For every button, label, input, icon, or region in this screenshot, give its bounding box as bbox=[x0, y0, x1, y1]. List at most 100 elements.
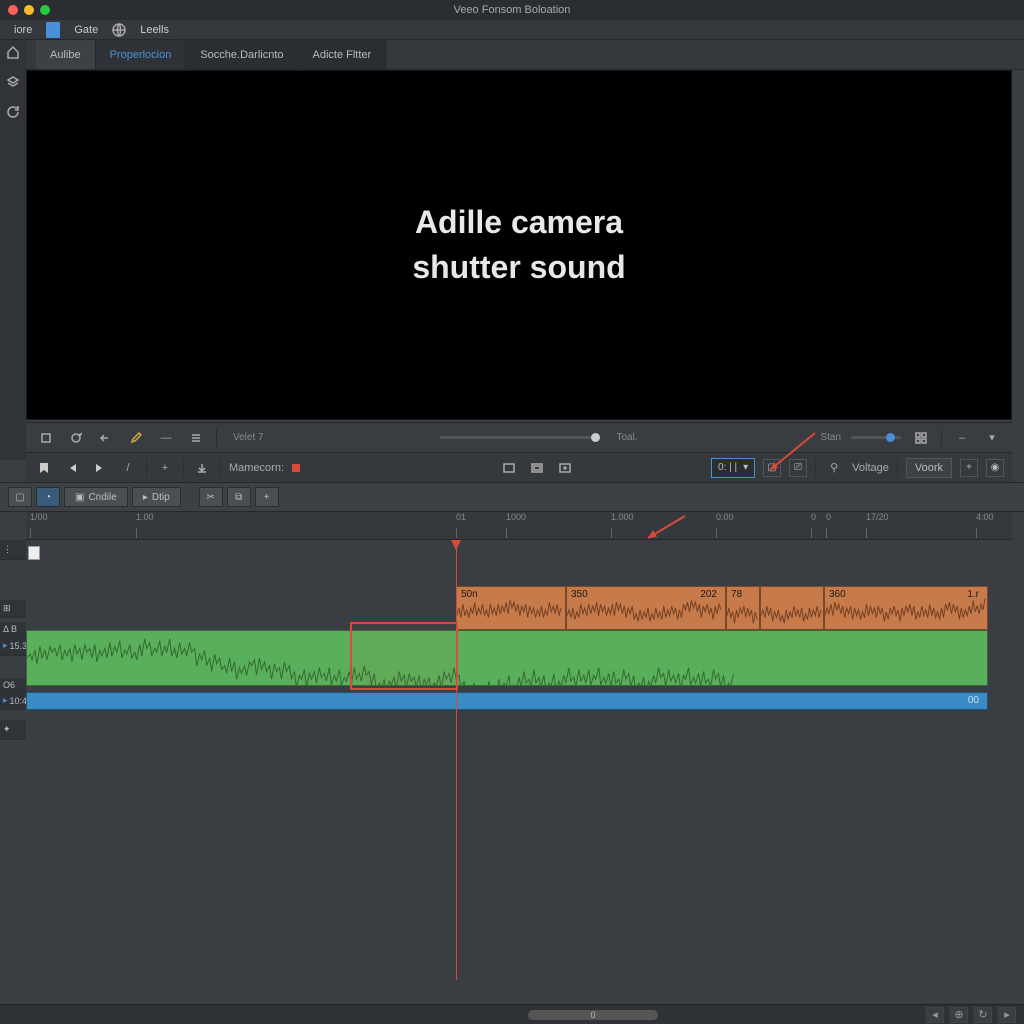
list-icon[interactable] bbox=[186, 429, 206, 447]
audio-clip-orange-4[interactable] bbox=[760, 586, 824, 630]
transport-bar: — Velet 7 Toal. Stan – ▾ bbox=[26, 422, 1012, 452]
waveform bbox=[727, 587, 759, 629]
cut-tool-icon[interactable]: ✂ bbox=[199, 487, 223, 507]
loop-icon[interactable] bbox=[66, 429, 86, 447]
menubar: iore Gate Leells bbox=[0, 20, 1024, 40]
left-sidebar bbox=[0, 40, 26, 460]
separator bbox=[146, 459, 147, 477]
close-window-icon[interactable] bbox=[8, 5, 18, 15]
ruler-tick: 17/20 bbox=[866, 512, 889, 522]
track-sub-label[interactable]: O6 bbox=[0, 678, 26, 692]
record-icon[interactable]: ◉ bbox=[986, 459, 1004, 477]
annotation-arrow-2 bbox=[640, 514, 690, 544]
dtip-button[interactable]: ▸Dtip bbox=[132, 487, 181, 507]
marker-tool-icon[interactable]: ⧉ bbox=[227, 487, 251, 507]
screen3-icon[interactable] bbox=[555, 459, 575, 477]
tab-adicte[interactable]: Adicte Fltter bbox=[299, 40, 387, 69]
horizontal-scrollbar: 0 ◂ ⊕ ↻ ▸ bbox=[0, 1004, 1024, 1024]
in-point-marker[interactable] bbox=[28, 546, 40, 560]
ruler-tick: 0.00 bbox=[716, 512, 734, 522]
track-label-a[interactable]: Δ B bbox=[0, 622, 26, 636]
preview-tabs: Aulibe Properlocion Socche.Darlicnto Adi… bbox=[0, 40, 1024, 70]
tab-properlocion[interactable]: Properlocion bbox=[96, 40, 187, 69]
ruler-tick: 0 bbox=[826, 512, 831, 522]
ruler-tick: 1000 bbox=[506, 512, 526, 522]
refresh-icon[interactable] bbox=[5, 104, 21, 120]
separator bbox=[897, 459, 898, 477]
zoom-slider[interactable] bbox=[851, 436, 901, 439]
scroll-target-icon[interactable]: ⊕ bbox=[950, 1007, 968, 1023]
globe-icon[interactable] bbox=[110, 21, 128, 39]
waveform bbox=[457, 587, 565, 629]
scroll-thumb[interactable]: 0 bbox=[528, 1010, 658, 1020]
tab-socche[interactable]: Socche.Darlicnto bbox=[186, 40, 298, 69]
edit-icon[interactable] bbox=[126, 429, 146, 447]
window-title: Veeo Fonsom Boloation bbox=[454, 4, 571, 16]
slash-icon[interactable]: / bbox=[118, 459, 138, 477]
traffic-lights bbox=[0, 5, 50, 15]
audio-clip-orange-2[interactable]: 350 202 bbox=[566, 586, 726, 630]
prev-icon[interactable] bbox=[62, 459, 82, 477]
playback-toolbar: / + Mamecorn: 0: | |▾ ▢ ⎚ ⚲ Voltage Voor… bbox=[26, 452, 1012, 482]
menu-item-leells[interactable]: Leells bbox=[130, 22, 179, 38]
track-header[interactable]: ⊞ bbox=[0, 600, 26, 618]
audio-clip-orange-1[interactable]: 50n bbox=[456, 586, 566, 630]
screen2-icon[interactable] bbox=[527, 459, 547, 477]
minus-icon[interactable]: – bbox=[952, 429, 972, 447]
voltage-label: Voltage bbox=[852, 462, 889, 474]
square-tool-icon[interactable]: ▢ bbox=[8, 487, 32, 507]
mode-dropdown[interactable]: 0: | |▾ bbox=[711, 458, 755, 478]
progress-slider[interactable] bbox=[440, 436, 600, 439]
tab-aulibe[interactable]: Aulibe bbox=[36, 40, 96, 69]
separator bbox=[941, 429, 942, 447]
annotation-arrow-1 bbox=[760, 428, 820, 478]
chevron-down-icon[interactable]: ▾ bbox=[982, 429, 1002, 447]
menu-item-iore[interactable]: iore bbox=[4, 22, 42, 38]
grid-icon[interactable] bbox=[911, 429, 931, 447]
undo-icon[interactable] bbox=[96, 429, 116, 447]
preview-line-2: shutter sound bbox=[412, 245, 625, 290]
scroll-left-icon[interactable]: ◂ bbox=[926, 1007, 944, 1023]
ruler-tick: 1.000 bbox=[611, 512, 634, 522]
separator bbox=[220, 459, 221, 477]
next-icon[interactable] bbox=[90, 459, 110, 477]
voork-button[interactable]: Voork bbox=[906, 458, 952, 478]
scroll-right-icon[interactable]: ▸ bbox=[998, 1007, 1016, 1023]
download-icon[interactable] bbox=[192, 459, 212, 477]
chevron-right-icon: ▸ bbox=[143, 492, 148, 503]
track-green-head[interactable]: ▸15.31 bbox=[0, 636, 26, 656]
timeline-ruler[interactable]: 1/00 1.00 01 1000 1.000 0.00 0 0 17/20 4… bbox=[26, 512, 1012, 540]
minimize-window-icon[interactable] bbox=[24, 5, 34, 15]
track-header[interactable]: ⋮ bbox=[0, 540, 26, 560]
maximize-window-icon[interactable] bbox=[40, 5, 50, 15]
audio-clip-blue[interactable]: 00 bbox=[26, 692, 988, 710]
screen1-icon[interactable] bbox=[499, 459, 519, 477]
clock-tool-icon[interactable]: ◔ bbox=[36, 487, 60, 507]
file-icon[interactable] bbox=[44, 21, 62, 39]
playhead[interactable] bbox=[456, 540, 457, 960]
stop-icon[interactable] bbox=[36, 429, 56, 447]
bookmark-icon[interactable] bbox=[34, 459, 54, 477]
selection-box[interactable] bbox=[350, 622, 458, 690]
separator bbox=[183, 459, 184, 477]
waveform bbox=[567, 587, 725, 629]
transport-label-mid: Toal. bbox=[616, 432, 637, 443]
search-icon[interactable]: ⚲ bbox=[824, 459, 844, 477]
audio-clip-orange-3[interactable]: 78 bbox=[726, 586, 760, 630]
menu-item-gate[interactable]: Gate bbox=[64, 22, 108, 38]
add-box-icon[interactable]: + bbox=[960, 459, 978, 477]
track-fx-icon[interactable]: ✦ bbox=[0, 720, 26, 740]
ruler-tick: 4:00 bbox=[976, 512, 994, 522]
plus-icon[interactable]: + bbox=[155, 459, 175, 477]
audio-clip-orange-5[interactable]: 360 1.r bbox=[824, 586, 988, 630]
home-icon[interactable] bbox=[5, 44, 21, 60]
add-tool-icon[interactable]: + bbox=[255, 487, 279, 507]
audio-clip-green[interactable] bbox=[26, 630, 988, 686]
cradle-button[interactable]: ▣Cndile bbox=[64, 487, 128, 507]
scroll-loop-icon[interactable]: ↻ bbox=[974, 1007, 992, 1023]
dash-icon[interactable]: — bbox=[156, 429, 176, 447]
layers-icon[interactable] bbox=[5, 74, 21, 90]
waveform bbox=[761, 587, 823, 629]
chevron-down-icon: ▾ bbox=[743, 462, 748, 473]
track-blue-head[interactable]: ▸10:40 bbox=[0, 692, 26, 710]
